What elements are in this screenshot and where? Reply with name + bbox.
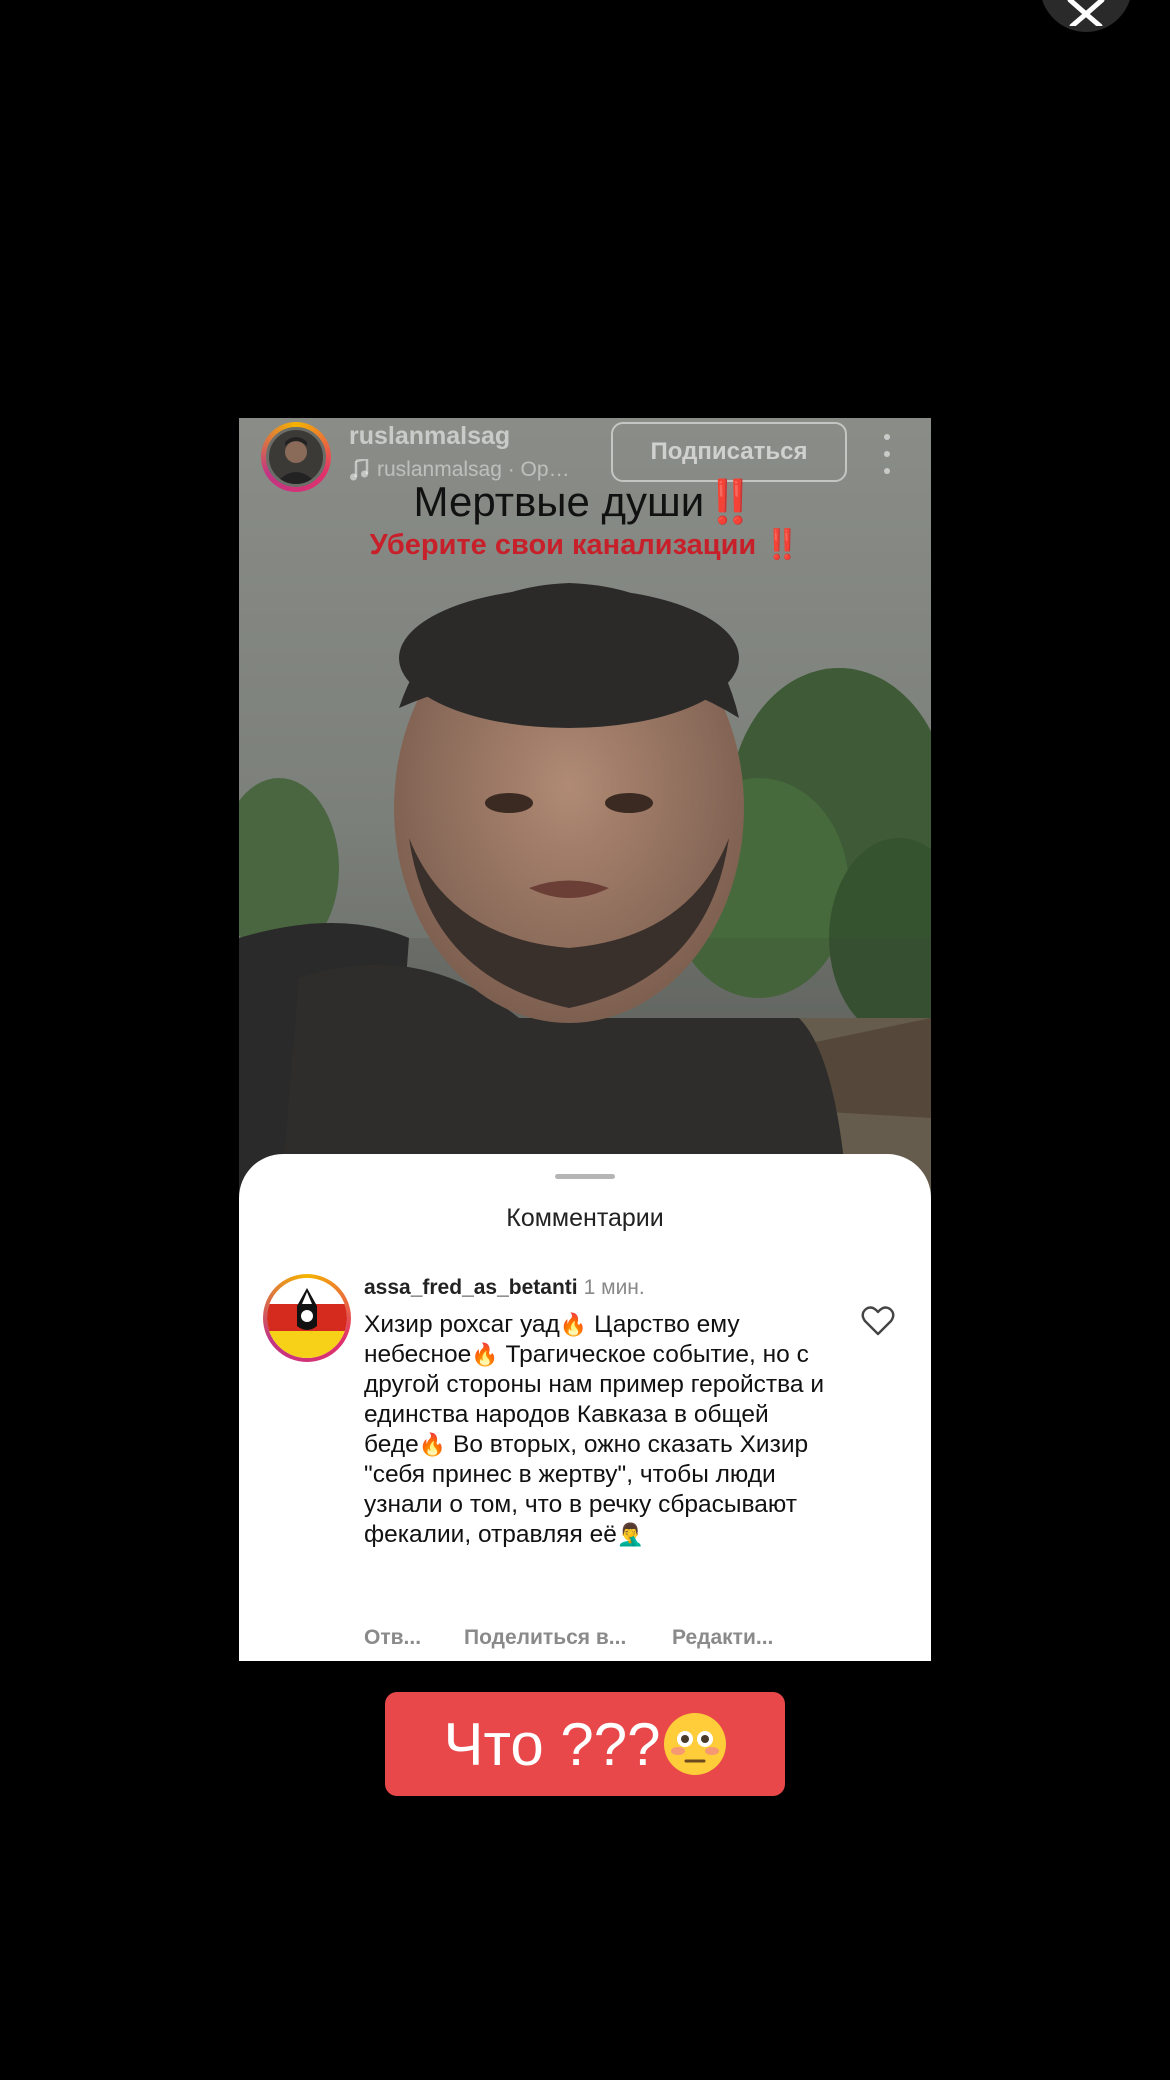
caption-text: Что ??? xyxy=(443,1710,661,1778)
share-button[interactable]: Поделиться в... xyxy=(464,1626,672,1650)
author-username[interactable]: ruslanmalsag xyxy=(349,422,510,451)
flushed-face-icon xyxy=(664,1713,727,1775)
like-heart-icon[interactable] xyxy=(861,1304,895,1338)
sheet-grabber[interactable] xyxy=(555,1174,615,1179)
story-video-frame[interactable]: ruslanmalsag ruslanmalsag · Ор… Подписат… xyxy=(239,418,931,1661)
comment-text: Хизир рохсаг уад🔥 Царство ему небесное🔥 … xyxy=(364,1310,824,1550)
reply-button[interactable]: Отв... xyxy=(364,1626,464,1650)
comment-time: 1 мин. xyxy=(583,1276,645,1299)
overlay-subtitle-text: Уберите свои канализации xyxy=(369,529,757,561)
more-options-icon[interactable] xyxy=(877,434,897,474)
commenter-avatar[interactable] xyxy=(263,1274,351,1362)
fire-icon: 🔥 xyxy=(559,1312,588,1337)
double-exclamation-icon: ‼️ xyxy=(764,529,801,561)
comment-actions: Отв... Поделиться в... Редакти... xyxy=(364,1626,773,1650)
fire-icon: 🔥 xyxy=(418,1432,447,1457)
overlay-title-text: Мертвые души xyxy=(413,478,705,525)
comment-header: assa_fred_as_betanti 1 мин. xyxy=(364,1276,645,1300)
overlay-title: Мертвые души‼️ xyxy=(239,478,931,527)
commenter-username[interactable]: assa_fred_as_betanti xyxy=(364,1276,578,1299)
edit-button[interactable]: Редакти... xyxy=(672,1626,773,1650)
comments-sheet: Комментарии assa_fred_as_betanti 1 мин. Х… xyxy=(239,1154,931,1661)
comments-title: Комментарии xyxy=(506,1204,664,1232)
follow-button[interactable]: Подписаться xyxy=(611,422,847,482)
caption-sticker: Что ??? xyxy=(385,1692,785,1796)
double-exclamation-icon: ‼️ xyxy=(704,478,757,525)
close-icon xyxy=(1067,0,1105,26)
overlay-subtitle: Уберите свои канализации ‼️ xyxy=(239,528,931,562)
close-button[interactable] xyxy=(1040,0,1132,32)
facepalm-icon: 🤦‍♂️ xyxy=(616,1522,645,1547)
comment-text-part: Хизир рохсаг уад xyxy=(364,1311,560,1338)
fire-icon: 🔥 xyxy=(471,1342,499,1367)
